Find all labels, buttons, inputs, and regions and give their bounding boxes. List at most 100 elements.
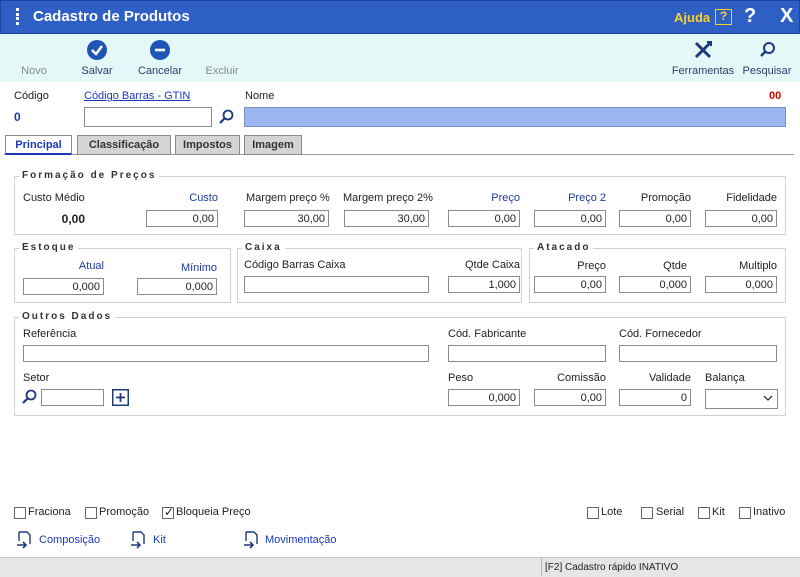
movimentacao-icon[interactable] xyxy=(243,531,261,549)
caixa-qtde-input[interactable]: 1,000 xyxy=(448,276,520,293)
comissao-label: Comissão xyxy=(557,372,606,384)
excluir-button[interactable]: Excluir xyxy=(198,34,246,82)
novo-label: Novo xyxy=(21,65,47,77)
close-button[interactable]: X xyxy=(780,5,793,28)
bloqueia-preco-label: Bloqueia Preço xyxy=(176,506,251,518)
estoque-minimo-input[interactable]: 0,000 xyxy=(137,278,217,295)
ferramentas-button[interactable]: Ferramentas xyxy=(670,34,736,82)
tab-impostos[interactable]: Impostos xyxy=(175,135,240,155)
lote-label: Lote xyxy=(601,506,623,518)
cancelar-button[interactable]: Cancelar xyxy=(133,34,187,82)
composicao-icon[interactable] xyxy=(16,531,34,549)
kit-link[interactable]: Kit xyxy=(153,534,166,546)
status-bar xyxy=(0,557,800,577)
movimentacao-link[interactable]: Movimentação xyxy=(265,534,337,546)
balanca-label: Balança xyxy=(705,372,745,384)
validade-label: Validade xyxy=(649,372,691,384)
check-icon xyxy=(87,40,107,60)
add-setor-icon[interactable] xyxy=(112,389,129,406)
balanca-select[interactable] xyxy=(705,389,778,409)
margem2-input[interactable]: 30,00 xyxy=(344,210,429,227)
barcode-search-icon[interactable] xyxy=(217,108,235,126)
toolbar: Novo Salvar Cancelar Excluir Ferramentas… xyxy=(0,34,800,82)
cancelar-label: Cancelar xyxy=(137,65,183,77)
atacado-multiplo-label: Multiplo xyxy=(739,260,777,272)
tab-imagem[interactable]: Imagem xyxy=(244,135,302,155)
salvar-label: Salvar xyxy=(81,65,113,77)
peso-label: Peso xyxy=(448,372,474,384)
estoque-atual-input[interactable]: 0,000 xyxy=(23,278,104,295)
custo-input[interactable]: 0,00 xyxy=(146,210,218,227)
drag-grip-icon[interactable] xyxy=(16,8,20,25)
inativo-checkbox[interactable] xyxy=(739,507,751,519)
atacado-qtde-input[interactable]: 0,000 xyxy=(619,276,691,293)
preco2-input[interactable]: 0,00 xyxy=(534,210,606,227)
codigo-value: 0 xyxy=(14,110,21,124)
caixa-title: Caixa xyxy=(242,242,285,253)
barcode-input[interactable] xyxy=(84,107,212,127)
margem-input[interactable]: 30,00 xyxy=(244,210,329,227)
fidelidade-input[interactable]: 0,00 xyxy=(705,210,777,227)
fabricante-input[interactable] xyxy=(448,345,606,362)
referencia-input[interactable] xyxy=(23,345,429,362)
nome-label: Nome xyxy=(245,90,275,102)
setor-label: Setor xyxy=(23,372,50,384)
novo-button[interactable]: Novo xyxy=(10,34,58,82)
kit-cb-label: Kit xyxy=(712,506,725,518)
bloqueia-preco-checkbox[interactable] xyxy=(162,505,174,519)
status-divider xyxy=(541,558,542,576)
pesquisar-label: Pesquisar xyxy=(742,65,792,77)
excluir-label: Excluir xyxy=(205,65,239,77)
fidelidade-label: Fidelidade xyxy=(726,192,777,204)
kit-checkbox[interactable] xyxy=(698,507,710,519)
tools-icon xyxy=(693,40,713,60)
caixa-qtde-label: Qtde Caixa xyxy=(464,259,520,271)
tab-classificacao[interactable]: Classificação xyxy=(77,135,171,155)
kit-icon[interactable] xyxy=(130,531,148,549)
margem-label: Margem preço % xyxy=(246,192,330,204)
barcode-link[interactable]: Código Barras - GTIN xyxy=(84,90,190,102)
setor-input[interactable] xyxy=(41,389,104,406)
fornecedor-label: Cód. Fornecedor xyxy=(619,328,702,340)
fornecedor-input[interactable] xyxy=(619,345,777,362)
atacado-preco-label: Preço xyxy=(577,260,606,272)
validade-input[interactable]: 0 xyxy=(619,389,691,406)
help-icon[interactable]: ? xyxy=(715,9,732,25)
outros-title: Outros Dados xyxy=(19,311,116,322)
setor-search-icon[interactable] xyxy=(20,388,38,406)
preco-input[interactable]: 0,00 xyxy=(448,210,520,227)
lote-checkbox[interactable] xyxy=(587,507,599,519)
inativo-label: Inativo xyxy=(753,506,786,518)
tab-principal[interactable]: Principal xyxy=(5,135,72,155)
promocao-cb-label: Promoção xyxy=(99,506,150,518)
promocao-checkbox[interactable] xyxy=(85,507,97,519)
promocao-input[interactable]: 0,00 xyxy=(619,210,691,227)
help-link[interactable]: Ajuda xyxy=(674,10,710,25)
atacado-multiplo-input[interactable]: 0,000 xyxy=(705,276,777,293)
codigo-label: Código xyxy=(14,90,49,102)
estoque-atual-label: Atual xyxy=(78,260,104,272)
serial-label: Serial xyxy=(656,506,685,518)
salvar-button[interactable]: Salvar xyxy=(72,34,122,82)
pesquisar-button[interactable]: Pesquisar xyxy=(740,34,794,82)
custo-label: Custo xyxy=(189,192,218,204)
composicao-link[interactable]: Composição xyxy=(39,534,100,546)
preco2-label: Preço 2 xyxy=(568,192,606,204)
estoque-title: Estoque xyxy=(19,242,79,253)
serial-checkbox[interactable] xyxy=(641,507,653,519)
estoque-minimo-label: Mínimo xyxy=(180,262,217,274)
peso-input[interactable]: 0,000 xyxy=(448,389,520,406)
nome-counter: 00 xyxy=(769,90,782,102)
atacado-title: Atacado xyxy=(534,242,594,253)
caixa-codigo-input[interactable] xyxy=(244,276,429,293)
nome-input[interactable] xyxy=(244,107,786,127)
comissao-input[interactable]: 0,00 xyxy=(534,389,606,406)
search-icon xyxy=(757,40,777,60)
atacado-preco-input[interactable]: 0,00 xyxy=(534,276,606,293)
status-text: [F2] Cadastro rápido INATIVO xyxy=(545,562,679,573)
custo-medio-label: Custo Médio xyxy=(23,192,85,204)
preco-label: Preço xyxy=(491,192,520,204)
about-button[interactable]: ? xyxy=(744,5,756,28)
fraciona-checkbox[interactable] xyxy=(14,507,26,519)
ferramentas-label: Ferramentas xyxy=(671,65,735,77)
